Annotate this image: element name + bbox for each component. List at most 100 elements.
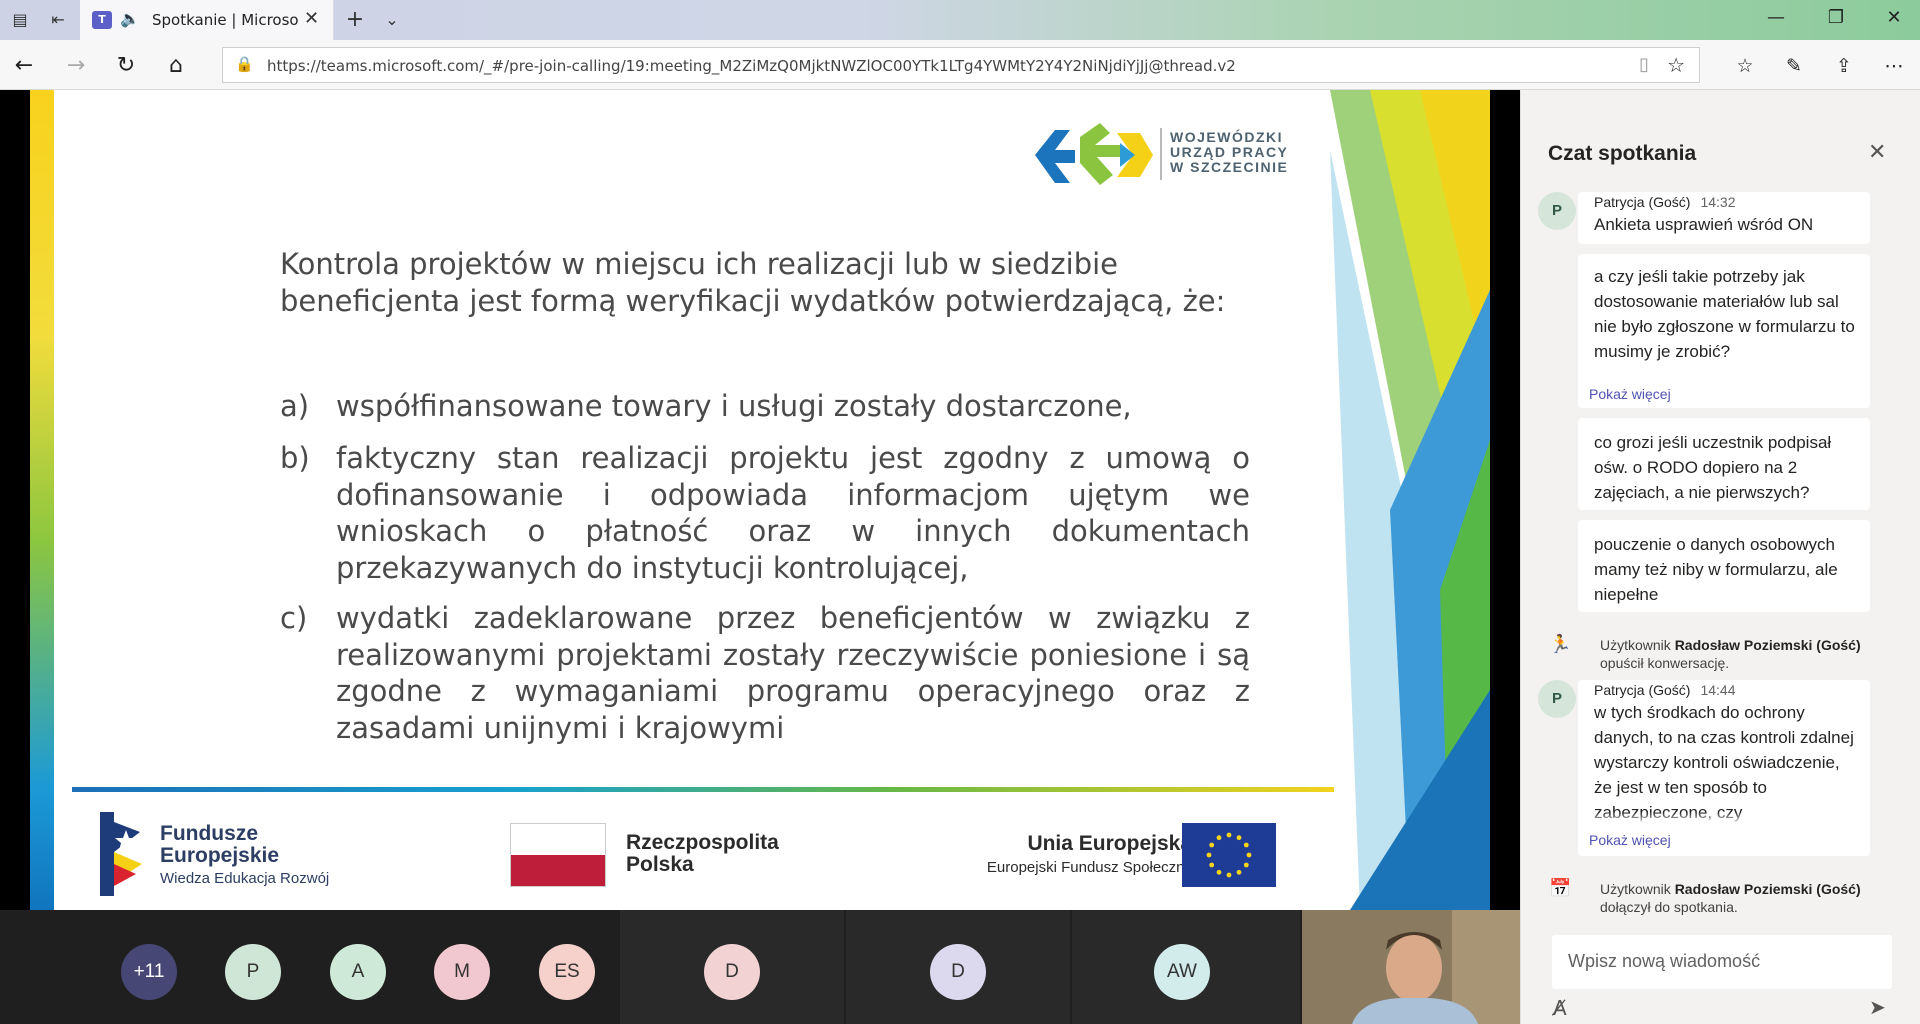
fe-logo-line-2: Europejskie [160, 844, 280, 867]
logo-separator [1160, 128, 1162, 180]
favorites-list-icon[interactable]: ☆ [1731, 52, 1759, 80]
forward-icon[interactable]: → [62, 52, 90, 80]
ue-logo-line-2: Europejski Fundusz Społeczny [986, 859, 1192, 876]
url-text[interactable]: https://teams.microsoft.com/_#/pre-join-… [267, 57, 1236, 75]
tab-actions-icon[interactable]: ▤ [8, 8, 32, 32]
browser-tab[interactable]: T 🔈 Spotkanie | Microsoft Teams ✕ [80, 0, 334, 40]
format-text-icon[interactable]: A̸ [1553, 996, 1567, 1020]
refresh-icon[interactable]: ↻ [112, 52, 140, 80]
system-event-text: Użytkownik Radosław Poziemski (Gość) opuś… [1600, 637, 1861, 671]
eu-star [1226, 832, 1232, 838]
message-time: 14:44 [1700, 682, 1736, 698]
person-video-icon [1302, 910, 1520, 1024]
item-letter: b) [280, 441, 310, 475]
close-chat-icon[interactable]: ✕ [1868, 140, 1886, 165]
chat-message[interactable]: pouczenie o danych osobowych mamy też ni… [1578, 520, 1870, 612]
person-leave-icon: 🏃 [1549, 634, 1572, 655]
chevron-down-icon[interactable]: ⌄ [380, 8, 404, 32]
more-options-icon[interactable]: ⋯ [1880, 52, 1908, 80]
show-more-link[interactable]: Pokaż więcej [1589, 386, 1671, 402]
reading-view-icon[interactable]: ▯ [1639, 54, 1649, 75]
participant-avatar[interactable]: AW [1154, 944, 1210, 1000]
eu-star [1246, 852, 1252, 858]
new-tab-icon[interactable]: + [343, 8, 367, 32]
close-window-button[interactable]: ✕ [1874, 7, 1914, 28]
pen-icon[interactable]: ✎ [1780, 52, 1808, 80]
system-event-joined: 📅 Użytkownik Radosław Poziemski (Gość) do… [1549, 878, 1901, 918]
author-avatar: P [1538, 192, 1576, 230]
chat-title: Czat spotkania [1548, 142, 1697, 165]
eu-star [1216, 869, 1222, 875]
participant-avatar-overflow[interactable]: +11 [121, 944, 177, 1000]
slide-decoration [1330, 90, 1490, 910]
share-icon[interactable]: ⇪ [1830, 52, 1858, 80]
message-fade [1594, 812, 1854, 826]
participant-avatar[interactable]: D [930, 944, 986, 1000]
address-bar[interactable]: 🔒 https://teams.microsoft.com/_#/pre-joi… [222, 47, 1700, 83]
participant-avatar[interactable]: D [704, 944, 760, 1000]
composer-placeholder: Wpisz nową wiadomość [1568, 951, 1761, 971]
wup-logo-text: WOJEWÓDZKI URZĄD PRACY W SZCZECINIE [1170, 130, 1288, 175]
message-header: Patrycja (Gość) 14:44 [1594, 682, 1736, 698]
slide-left-band [30, 90, 54, 910]
system-event-text: Użytkownik Radosław Poziemski (Gość) dołą… [1600, 881, 1861, 915]
item-letter: a) [280, 389, 310, 423]
teams-icon: T [92, 11, 112, 29]
message-author: Patrycja (Gość) [1594, 194, 1691, 210]
favorite-star-icon[interactable]: ☆ [1667, 53, 1685, 77]
system-event-left: 🏃 Użytkownik Radosław Poziemski (Gość) op… [1549, 634, 1901, 674]
ue-logo-line-1: Unia Europejska [1027, 832, 1192, 855]
eu-star [1236, 835, 1242, 841]
item-letter: c) [280, 601, 308, 635]
eu-star [1236, 869, 1242, 875]
set-aside-tabs-icon[interactable]: ⇤ [46, 8, 70, 32]
lock-icon: 🔒 [235, 55, 254, 73]
fundusze-europejskie-logo-icon [100, 812, 150, 896]
show-more-link[interactable]: Pokaż więcej [1589, 832, 1671, 848]
browser-title-bar: ▤ ⇤ T 🔈 Spotkanie | Microsoft Teams ✕ + … [0, 0, 1920, 40]
participant-avatar[interactable]: ES [539, 944, 595, 1000]
wup-line-3: W SZCZECINIE [1170, 159, 1289, 175]
participant-video[interactable] [1302, 910, 1520, 1024]
message-header: Patrycja (Gość) 14:32 [1594, 194, 1736, 210]
eu-star [1226, 872, 1232, 878]
message-author: Patrycja (Gość) [1594, 682, 1691, 698]
chat-message[interactable]: co grozi jeśli uczestnik podpisał ośw. o… [1578, 418, 1870, 510]
eu-star [1243, 842, 1249, 848]
slide-title: Kontrola projektów w miejscu ich realiza… [280, 247, 1226, 318]
pl-logo-line-1: Rzeczpospolita [626, 831, 779, 854]
send-icon[interactable]: ➤ [1869, 995, 1886, 1019]
message-text: Ankieta usprawień wśród ON [1594, 215, 1814, 234]
calendar-join-icon: 📅 [1549, 878, 1572, 899]
message-time: 14:32 [1700, 194, 1736, 210]
chat-message[interactable]: a czy jeśli takie potrzeby jak dostosowa… [1578, 254, 1870, 408]
meeting-stage: WOJEWÓDZKI URZĄD PRACY W SZCZECINIE Kont… [0, 90, 1520, 910]
close-tab-icon[interactable]: ✕ [304, 8, 319, 29]
wup-line-1: WOJEWÓDZKI [1170, 129, 1283, 145]
speaker-icon[interactable]: 🔈 [120, 9, 140, 28]
back-icon[interactable]: ← [10, 52, 38, 80]
message-text: w tych środkach do ochrony danych, to na… [1594, 703, 1854, 822]
slide-divider [72, 787, 1334, 792]
eu-star [1209, 842, 1215, 848]
participant-avatar[interactable]: P [225, 944, 281, 1000]
eu-star [1216, 835, 1222, 841]
minimize-button[interactable]: — [1756, 7, 1796, 28]
chat-message[interactable]: P Patrycja (Gość) 14:32 Ankieta usprawień… [1538, 192, 1870, 244]
shared-slide: WOJEWÓDZKI URZĄD PRACY W SZCZECINIE Kont… [30, 90, 1490, 910]
pl-logo-line-2: Polska [626, 853, 694, 876]
message-composer[interactable]: Wpisz nową wiadomość [1552, 935, 1892, 989]
home-icon[interactable]: ⌂ [162, 52, 190, 80]
participant-bar: +11 P A M ES D D AW [0, 910, 1520, 1024]
maximize-button[interactable]: ❐ [1816, 7, 1856, 28]
participant-avatar[interactable]: A [330, 944, 386, 1000]
participant-avatar[interactable]: M [434, 944, 490, 1000]
item-text: faktyczny stan realizacji projektu jest … [336, 441, 1250, 585]
item-text: wydatki zadeklarowane przez beneficjentó… [336, 601, 1250, 745]
chat-message[interactable]: P Patrycja (Gość) 14:44 w tych środkach d… [1538, 680, 1870, 856]
eu-star [1209, 862, 1215, 868]
meeting-chat-panel: Czat spotkania ✕ P Patrycja (Gość) 14:32 … [1520, 90, 1920, 1024]
message-text: co grozi jeśli uczestnik podpisał ośw. o… [1594, 433, 1832, 502]
message-text: pouczenie o danych osobowych mamy też ni… [1594, 535, 1838, 604]
poland-flag-icon [510, 823, 606, 887]
